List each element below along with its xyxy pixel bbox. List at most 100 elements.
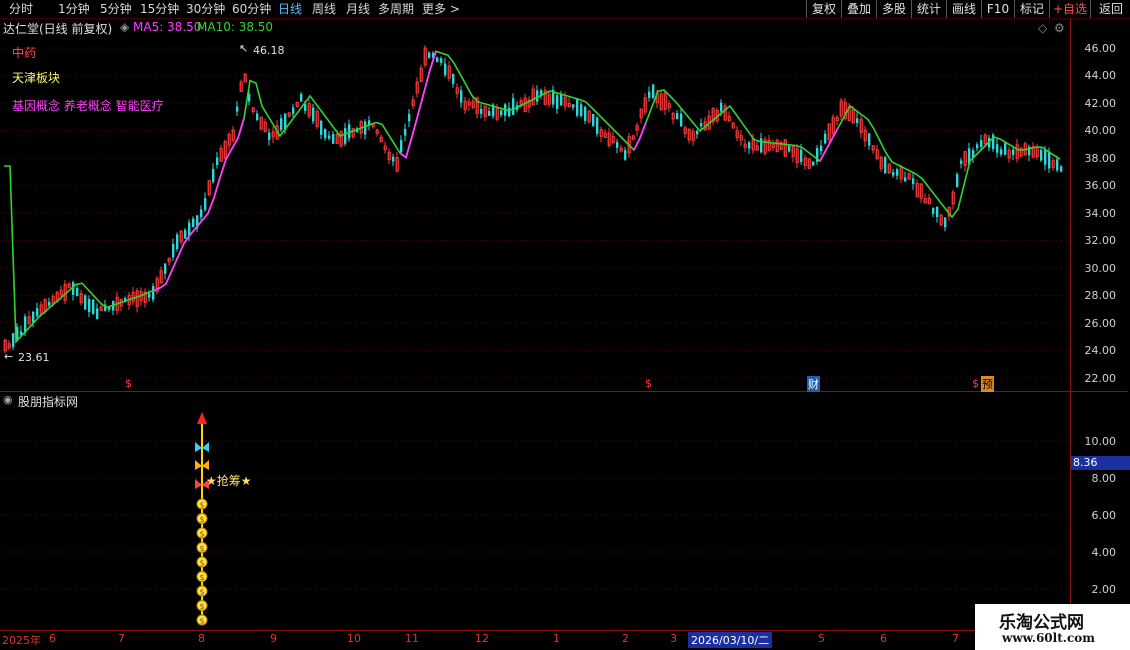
coin-symbol: $ [199,515,204,524]
candle-body [563,96,567,107]
candle-body [143,291,147,304]
candle-body [968,148,971,165]
dividend-marker[interactable]: $ [125,377,132,390]
financial-report-marker[interactable]: 财 [807,376,820,392]
candle-body [868,133,871,146]
candle-body [892,172,895,176]
draw-button[interactable]: 画线 [946,0,981,18]
candle-body [667,103,671,109]
candle-body [680,113,683,127]
multi-stock-button[interactable]: 多股 [876,0,911,18]
candle-body [927,197,931,205]
candle-body [124,298,127,303]
forecast-marker[interactable]: 预 [981,376,994,392]
candle-body [368,120,371,126]
logo-title: 乐淘公式网 [999,613,1084,633]
period-tab-30min[interactable]: 30分钟 [186,1,225,17]
period-tab-1min[interactable]: 1分钟 [58,1,90,17]
ma10-line [4,50,1061,344]
price-tick: 28.00 [1084,289,1117,302]
period-tab-60min[interactable]: 60分钟 [232,1,271,17]
candle-body [307,103,311,117]
candle-body [820,145,823,152]
fuquan-button[interactable]: 复权 [806,0,841,18]
industry-tag[interactable]: 中药 [12,44,36,61]
candle-body [271,131,275,138]
coin-symbol: $ [199,588,204,597]
candle-body [831,116,835,135]
kline-chart[interactable]: $ $ $ $ $ $ $ $ $ [0,0,1130,650]
price-tick: 24.00 [1084,344,1117,357]
candle-body [851,109,855,124]
candle-body [552,89,555,105]
period-tab-multi[interactable]: 多周期 [378,1,414,17]
candle-body [395,157,399,172]
candle-body [663,92,667,110]
candle-body [735,130,739,139]
candle-body [467,101,471,106]
settings-gear-icon[interactable]: ⚙ [1054,21,1065,35]
low-price-label: 23.61 [18,351,50,364]
candle-body [720,102,723,112]
candle-body [711,107,715,123]
f10-button[interactable]: F10 [981,0,1014,18]
concept-tags[interactable]: 基因概念 养老概念 智能医疗 [12,97,164,114]
candle-body [587,110,591,123]
period-tab-5min[interactable]: 5分钟 [100,1,132,17]
candle-body [339,131,343,147]
candle-body [531,88,535,106]
period-tab-monthly[interactable]: 月线 [346,1,370,17]
candle-body [500,110,503,116]
candle-body [812,161,815,166]
dividend-marker[interactable]: $ [645,377,652,390]
candle-body [12,333,15,348]
high-marker-arrow: ↖ [239,42,249,55]
mark-button[interactable]: 标记 [1014,0,1049,18]
candle-body [863,129,867,142]
candle-body [32,311,35,323]
candle-body [567,102,571,108]
period-tab-fenshi[interactable]: 分时 [9,1,33,17]
candle-body [572,104,575,108]
price-tick: 42.00 [1084,97,1117,110]
overlay-button[interactable]: 叠加 [841,0,876,18]
ma-settings-icon[interactable]: ◈ [120,20,129,34]
candle-body [779,142,783,150]
candle-body [315,111,319,127]
indicator-toggle-icon[interactable]: ◉ [3,393,13,406]
candle-body [775,139,779,152]
signal-label: ★抢筹★ [206,474,252,488]
indicator-title[interactable]: 股朋指标网 [18,393,78,410]
candle-body [923,198,927,204]
candle-body [691,131,695,141]
diamond-icon[interactable]: ◇ [1038,21,1047,35]
candle-body [980,140,983,147]
date-tick: 7 [118,632,125,645]
candle-body [859,118,863,134]
candle-body [251,107,255,113]
candle-body [976,144,979,149]
candle-body [76,287,79,297]
candle-body [379,136,383,143]
candle-body [1023,143,1027,156]
candle-body [983,134,987,145]
period-tab-weekly[interactable]: 周线 [312,1,336,17]
candle-body [172,243,175,258]
candle-body [99,306,103,312]
candle-body [248,93,251,102]
indicator-tick: 2.00 [1091,583,1117,596]
region-tag[interactable]: 天津板块 [12,69,60,86]
stats-button[interactable]: 统计 [911,0,946,18]
period-tab-more[interactable]: 更多 > [422,1,460,17]
date-tick: 3 [670,632,677,645]
candle-body [480,109,483,114]
candle-body [463,100,467,111]
period-tab-15min[interactable]: 15分钟 [140,1,179,17]
candle-body [219,147,223,162]
candle-body [404,129,407,136]
period-tab-daily[interactable]: 日线 [278,1,302,17]
add-watchlist-button[interactable]: +自选 [1049,0,1090,18]
back-button[interactable]: 返回 [1090,0,1130,18]
candle-body [152,286,155,300]
dividend-marker[interactable]: $ [972,377,979,390]
